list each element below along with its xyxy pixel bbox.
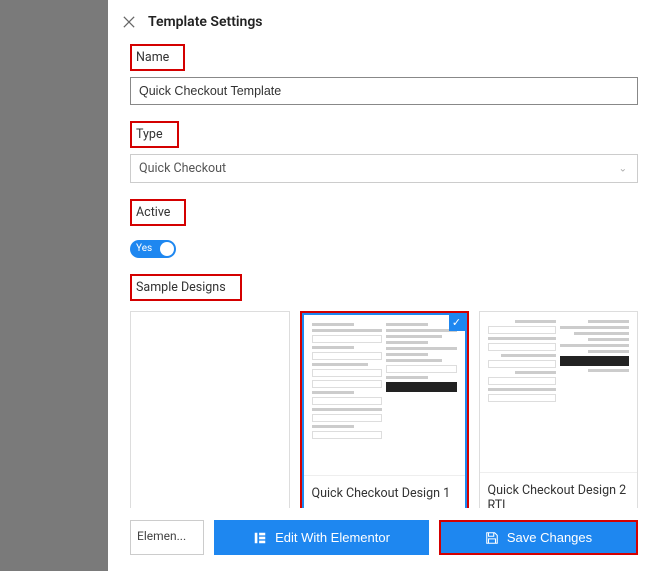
design-preview [304, 315, 465, 475]
name-input[interactable] [130, 77, 638, 105]
active-toggle-label: Yes [136, 243, 152, 254]
panel-title: Template Settings [148, 14, 263, 30]
design-preview [480, 312, 638, 472]
editor-select-value: Elemen... [137, 529, 186, 543]
toggle-knob [160, 242, 174, 256]
active-label: Active [130, 199, 186, 226]
edit-with-elementor-button[interactable]: Edit With Elementor [214, 520, 429, 555]
panel-body: Name Type Quick Checkout ⌄ Active Yes [108, 44, 660, 508]
type-row: Type Quick Checkout ⌄ [130, 121, 638, 183]
type-select-value: Quick Checkout [139, 161, 226, 176]
designs-row: Sample Designs [130, 274, 638, 509]
panel-footer: Elemen... Edit With Elementor Save Chang… [108, 508, 660, 571]
design-title: Quick Checkout Design 2 RTL [480, 472, 638, 509]
design-card-1[interactable]: Quick Checkout Design 1 [302, 313, 467, 509]
name-label: Name [130, 44, 185, 71]
template-settings-panel: Template Settings Name Type Quick Checko… [108, 0, 660, 571]
design-card-2[interactable]: Quick Checkout Design 2 RTL [479, 311, 639, 509]
panel-header: Template Settings [108, 0, 660, 44]
chevron-down-icon: ⌄ [619, 163, 627, 174]
design-card-blank[interactable] [130, 311, 290, 509]
active-toggle[interactable]: Yes [130, 240, 176, 258]
name-row: Name [130, 44, 638, 105]
type-label: Type [130, 121, 179, 148]
type-select[interactable]: Quick Checkout ⌄ [130, 154, 638, 183]
design-title: Quick Checkout Design 1 [304, 475, 465, 509]
save-changes-button[interactable]: Save Changes [441, 522, 636, 553]
edit-button-label: Edit With Elementor [275, 530, 390, 545]
save-icon [485, 531, 499, 545]
designs-label: Sample Designs [130, 274, 242, 301]
save-button-label: Save Changes [507, 530, 592, 545]
active-row: Active Yes [130, 199, 638, 258]
close-icon[interactable] [122, 15, 136, 29]
elementor-icon [253, 531, 267, 545]
editor-select[interactable]: Elemen... [130, 520, 204, 555]
